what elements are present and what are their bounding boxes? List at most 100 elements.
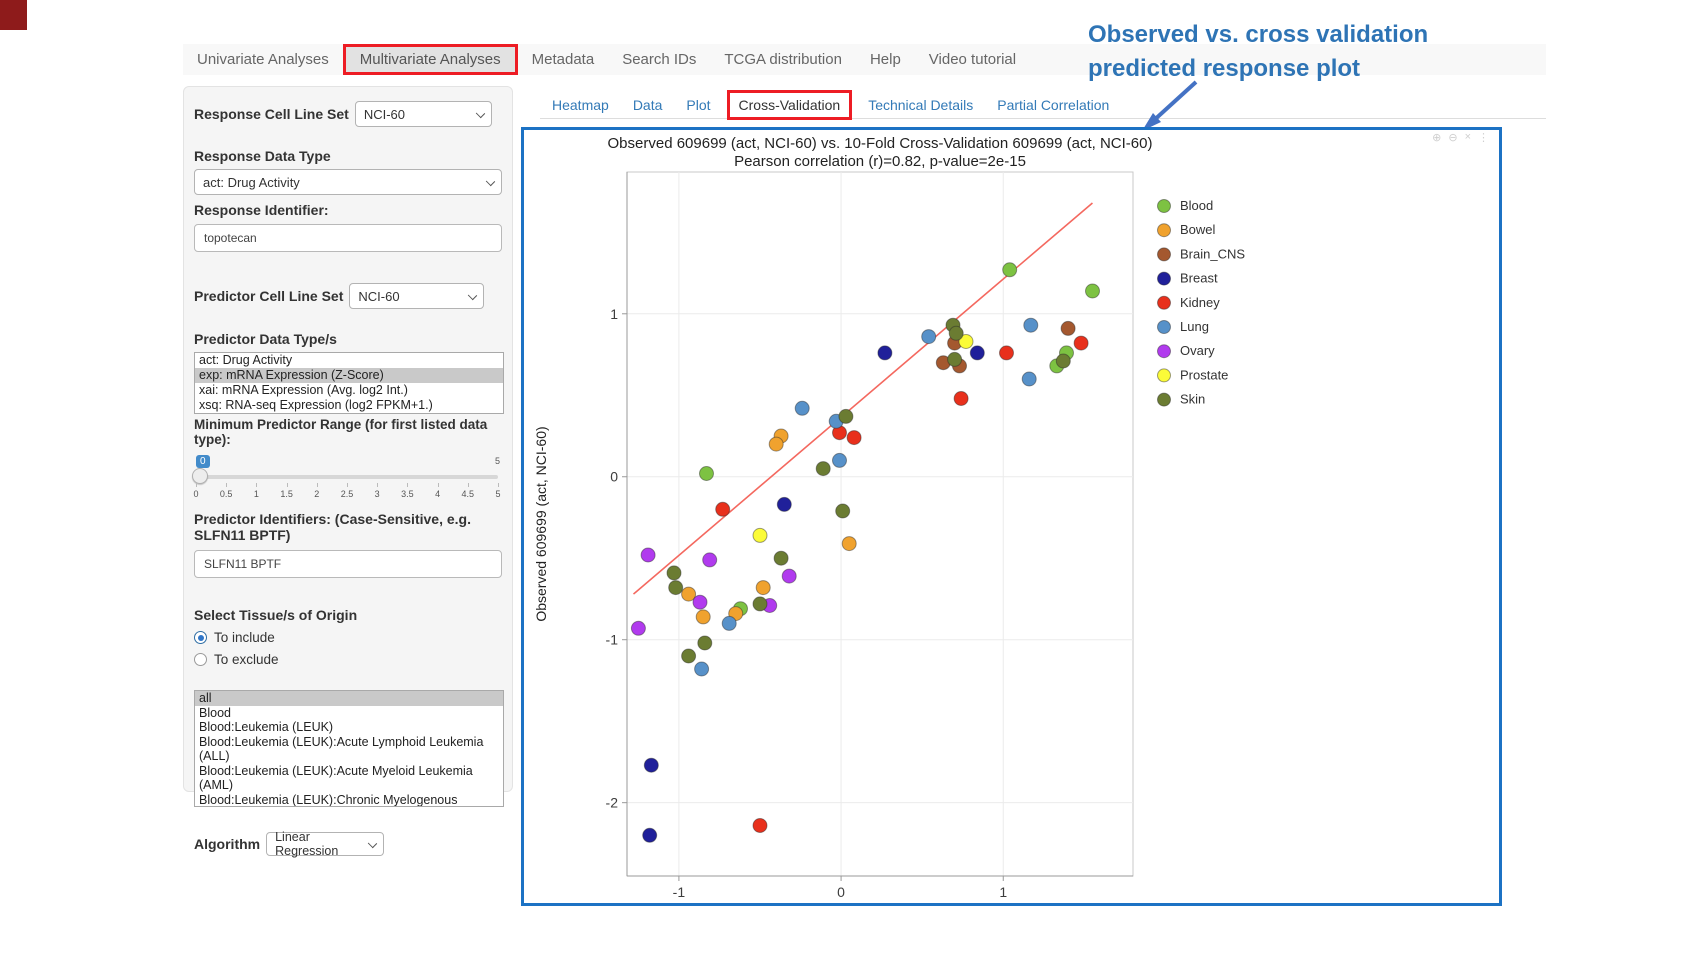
tissue-option-blood-leukemia-leuk-acute-lymphoid-leuke[interactable]: Blood:Leukemia (LEUK):Acute Lymphoid Leu… xyxy=(195,735,503,764)
nav-tab-search-ids[interactable]: Search IDs xyxy=(608,44,710,75)
datatype-option-xsq-rna-seq-expression-log2-fpkm-1-[interactable]: xsq: RNA-seq Expression (log2 FPKM+1.) xyxy=(195,398,503,413)
datatype-option-act-drug-activity[interactable]: act: Drug Activity xyxy=(195,353,503,368)
legend-marker xyxy=(1158,248,1171,261)
data-point-ovary xyxy=(631,621,645,635)
data-point-ovary xyxy=(782,569,796,583)
data-point-skin xyxy=(839,409,853,423)
close-icon[interactable]: × xyxy=(1465,131,1471,144)
legend-marker xyxy=(1158,369,1171,382)
data-point-blood xyxy=(1086,284,1100,298)
zoom-in-icon[interactable]: ⊕ xyxy=(1432,131,1441,144)
legend-marker xyxy=(1158,224,1171,237)
tab-cross-validation[interactable]: Cross-Validation xyxy=(727,90,853,120)
zoom-out-icon[interactable]: ⊖ xyxy=(1448,131,1457,144)
slider-track[interactable] xyxy=(196,475,498,479)
legend-item-brain_cns[interactable]: Brain_CNS xyxy=(1158,246,1246,261)
legend-label: Breast xyxy=(1180,271,1218,286)
slider-tick xyxy=(498,483,499,487)
y-tick-label: -2 xyxy=(606,795,619,811)
legend-label: Brain_CNS xyxy=(1180,246,1245,261)
tissue-option-blood-leukemia-leuk-chronic-myelogenous-[interactable]: Blood:Leukemia (LEUK):Chronic Myelogenou… xyxy=(195,793,503,808)
slider-tick-label: 0.5 xyxy=(220,489,233,499)
tissue-listbox: allBloodBlood:Leukemia (LEUK)Blood:Leuke… xyxy=(194,690,504,807)
tab-plot[interactable]: Plot xyxy=(674,97,722,113)
tissue-option-all[interactable]: all xyxy=(195,691,503,706)
radio-to-exclude[interactable]: To exclude xyxy=(194,652,502,667)
tab-data[interactable]: Data xyxy=(621,97,675,113)
legend-item-prostate[interactable]: Prostate xyxy=(1158,367,1229,382)
legend-item-kidney[interactable]: Kidney xyxy=(1158,295,1221,310)
nav-tab-video-tutorial[interactable]: Video tutorial xyxy=(915,44,1030,75)
plot-modebar: ⊕ ⊖ × ⋮ xyxy=(1432,131,1489,144)
slider-handle[interactable] xyxy=(192,468,208,484)
response-cell-line-set-select[interactable]: NCI-60 xyxy=(355,101,492,127)
cross-validation-plot-panel[interactable]: ⊕ ⊖ × ⋮ Observed 609699 (act, NCI-60) vs. 1… xyxy=(521,127,1502,906)
tab-partial-correlation[interactable]: Partial Correlation xyxy=(985,97,1121,113)
legend-marker xyxy=(1158,345,1171,358)
tissue-option-blood-leukemia-leuk-acute-myeloid-leukem[interactable]: Blood:Leukemia (LEUK):Acute Myeloid Leuk… xyxy=(195,764,503,793)
data-point-brain_cns xyxy=(1061,321,1075,335)
legend-item-skin[interactable]: Skin xyxy=(1158,392,1206,407)
legend-item-breast[interactable]: Breast xyxy=(1158,271,1218,286)
predictor-cell-line-set-label: Predictor Cell Line Set xyxy=(194,288,343,304)
legend-item-lung[interactable]: Lung xyxy=(1158,319,1209,334)
data-point-kidney xyxy=(847,431,861,445)
data-point-skin xyxy=(1056,354,1070,368)
slider-tick xyxy=(438,483,439,487)
predictor-identifiers-input[interactable]: SLFN11 BPTF xyxy=(194,550,502,578)
response-data-type-select[interactable]: act: Drug Activity xyxy=(194,169,502,195)
slider-tick xyxy=(287,483,288,487)
slider-tick-label: 0 xyxy=(193,489,198,499)
datatype-option-exp-mrna-expression-z-score-[interactable]: exp: mRNA Expression (Z-Score) xyxy=(195,368,503,383)
data-point-kidney xyxy=(954,392,968,406)
more-icon[interactable]: ⋮ xyxy=(1478,131,1489,144)
legend-label: Lung xyxy=(1180,319,1209,334)
slider-tick-label: 1.5 xyxy=(280,489,293,499)
response-identifier-input[interactable]: topotecan xyxy=(194,224,502,252)
tab-technical-details[interactable]: Technical Details xyxy=(856,97,985,113)
nav-tab-univariate-analyses[interactable]: Univariate Analyses xyxy=(183,44,343,75)
slider-tick-label: 2 xyxy=(314,489,319,499)
tissue-option-blood-leukemia-leuk-[interactable]: Blood:Leukemia (LEUK) xyxy=(195,720,503,735)
predictor-cell-line-set-select[interactable]: NCI-60 xyxy=(349,283,484,309)
data-point-lung xyxy=(695,662,709,676)
radio-on-icon xyxy=(194,631,207,644)
data-point-lung xyxy=(833,453,847,467)
predictor-data-types-label: Predictor Data Type/s xyxy=(194,331,502,347)
data-point-skin xyxy=(698,636,712,650)
data-point-breast xyxy=(970,346,984,360)
data-point-skin xyxy=(816,462,830,476)
slider-ticks: 00.511.522.533.544.55 xyxy=(196,483,498,501)
y-tick-label: -1 xyxy=(606,632,619,648)
algorithm-label: Algorithm xyxy=(194,836,260,852)
legend-item-blood[interactable]: Blood xyxy=(1158,198,1214,213)
data-point-kidney xyxy=(1000,346,1014,360)
response-cell-line-set-label: Response Cell Line Set xyxy=(194,106,349,122)
slider-tick-label: 3 xyxy=(375,489,380,499)
legend-marker xyxy=(1158,321,1171,334)
slider-tick xyxy=(468,483,469,487)
radio-off-icon xyxy=(194,653,207,666)
radio-to-include[interactable]: To include xyxy=(194,630,502,645)
nav-tab-help[interactable]: Help xyxy=(856,44,915,75)
legend-item-ovary[interactable]: Ovary xyxy=(1158,343,1216,358)
tab-heatmap[interactable]: Heatmap xyxy=(540,97,621,113)
legend-label: Bowel xyxy=(1180,222,1216,237)
legend-item-bowel[interactable]: Bowel xyxy=(1158,222,1216,237)
nav-tab-metadata[interactable]: Metadata xyxy=(518,44,609,75)
tissue-option-blood[interactable]: Blood xyxy=(195,706,503,721)
plot-area[interactable] xyxy=(627,172,1133,876)
algorithm-select[interactable]: Linear Regression xyxy=(266,832,384,856)
slider-tick xyxy=(226,483,227,487)
min-predictor-range-slider: 0 5 00.511.522.533.544.55 xyxy=(194,455,500,505)
scatter-plot[interactable]: Observed 609699 (act, NCI-60) vs. 10-Fol… xyxy=(524,130,1499,903)
data-point-skin xyxy=(667,566,681,580)
legend-label: Ovary xyxy=(1180,343,1215,358)
x-tick-label: 0 xyxy=(837,884,845,900)
slider-tick-label: 2.5 xyxy=(341,489,354,499)
nav-tab-tcga-distribution[interactable]: TCGA distribution xyxy=(710,44,856,75)
legend-marker xyxy=(1158,296,1171,309)
datatype-option-xai-mrna-expression-avg-log2-int-[interactable]: xai: mRNA Expression (Avg. log2 Int.) xyxy=(195,383,503,398)
data-point-kidney xyxy=(716,502,730,516)
nav-tab-multivariate-analyses[interactable]: Multivariate Analyses xyxy=(343,44,518,75)
